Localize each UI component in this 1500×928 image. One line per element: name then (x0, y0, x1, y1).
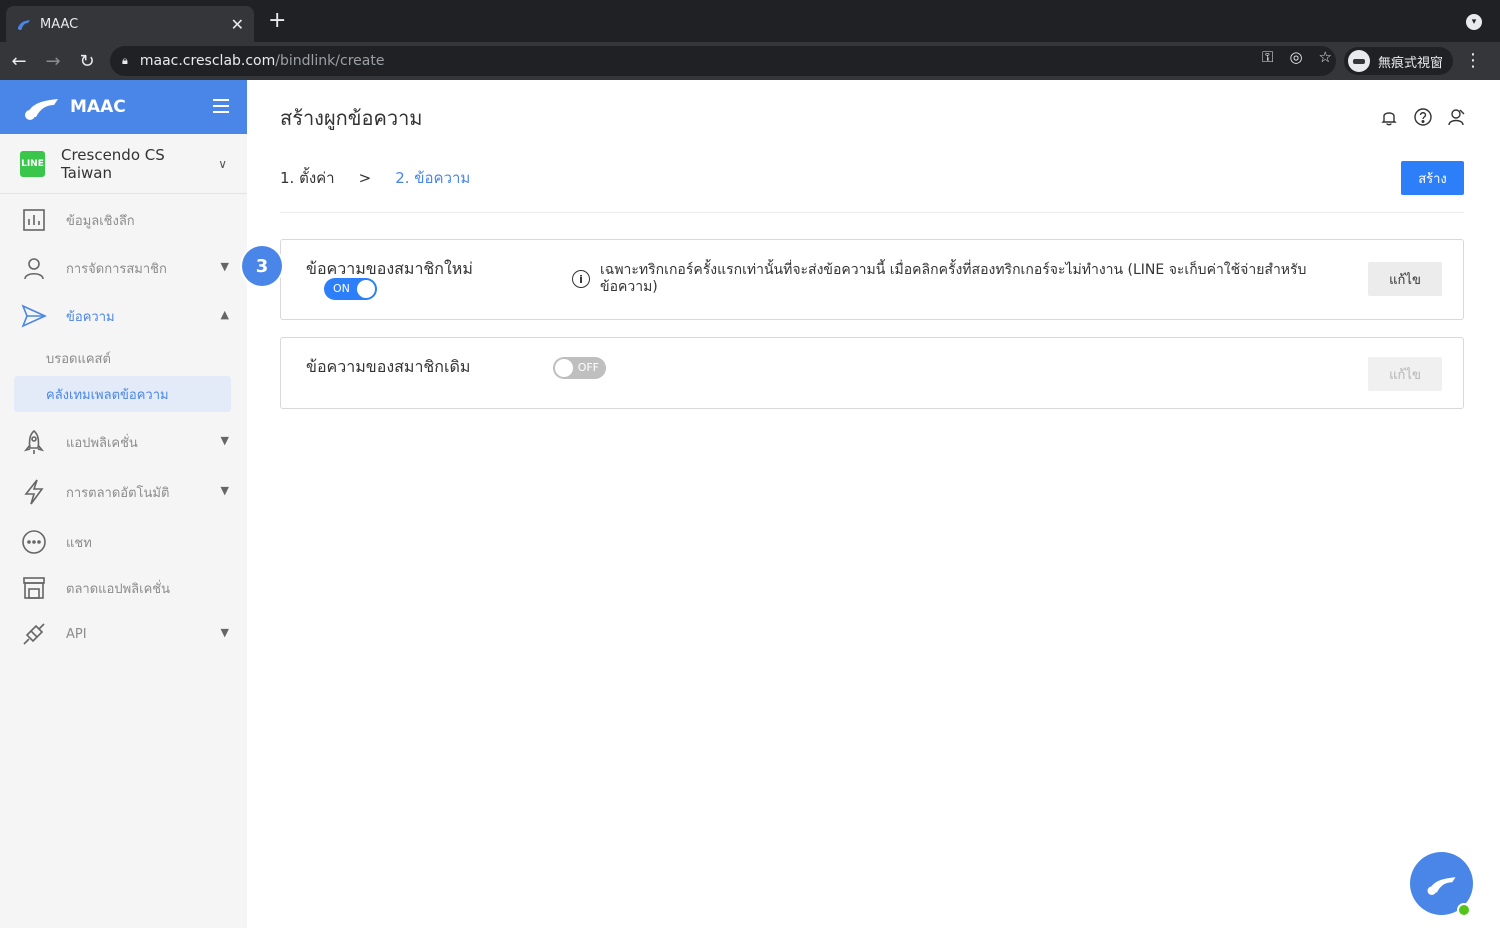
address-bar: ← → ↻ 🔒︎ maac.cresclab.com /bindlink/cre… (0, 42, 1500, 80)
browser-tab-bar: MAAC ✕ + ▾ (0, 0, 1500, 42)
tab-close-icon[interactable]: ✕ (231, 15, 244, 34)
sidebar-item-label: การตลาดอัตโนมัติ (66, 485, 170, 501)
chart-icon (20, 206, 48, 234)
chevron-down-icon: ▼ (220, 434, 229, 447)
maac-logo-icon (25, 99, 58, 120)
tab-search-icon[interactable]: ▾ (1466, 14, 1482, 30)
incognito-icon (1348, 50, 1370, 72)
store-icon (20, 574, 48, 602)
page-title: สร้างผูกข้อความ (280, 106, 423, 130)
existing-member-message-card: ข้อความของสมาชิกเดิม OFF แก้ไข (280, 337, 1464, 409)
tab-title: MAAC (40, 16, 79, 32)
new-member-toggle[interactable]: ON (324, 278, 377, 300)
back-arrow-icon[interactable]: ← (2, 51, 36, 72)
sidebar-subitem-template-library[interactable]: คลังเทมเพลตข้อความ (14, 376, 231, 412)
star-icon[interactable]: ☆ (1319, 48, 1332, 66)
browser-tab[interactable]: MAAC ✕ (6, 6, 254, 42)
lock-icon[interactable]: 🔒︎ (122, 54, 128, 68)
chevron-down-icon: ∨ (218, 156, 227, 171)
help-icon[interactable] (1414, 108, 1432, 126)
chat-bubble-icon (20, 528, 48, 556)
toggle-knob (555, 359, 573, 377)
main-content: สร้างผูกข้อความ 1. ตั้งค่า > 2. ข้อความ … (247, 80, 1500, 928)
send-icon (20, 302, 48, 330)
sidebar-brand: MAAC (0, 80, 247, 134)
sidebar-item-messages[interactable]: ข้อความ ▲ (0, 292, 247, 340)
edit-existing-member-message-button[interactable]: แก้ไข (1368, 357, 1442, 391)
breadcrumb-step-message: 2. ข้อความ (395, 169, 471, 187)
omnibox-actions: ⚿ ◎ ☆ (1262, 48, 1332, 66)
existing-member-toggle[interactable]: OFF (553, 357, 606, 379)
incognito-label: 無痕式視窗 (1378, 55, 1444, 71)
reload-icon[interactable]: ↻ (70, 51, 104, 72)
sidebar-item-chat[interactable]: แชท (0, 518, 247, 566)
toggle-label: OFF (577, 361, 599, 374)
chevron-down-icon: ▼ (220, 260, 229, 273)
rocket-icon (20, 428, 48, 456)
sidebar-item-insights[interactable]: ข้อมูลเชิงลึก (0, 196, 247, 244)
sidebar-item-label: การจัดการสมาชิก (66, 261, 167, 277)
sidebar-item-app-market[interactable]: ตลาดแอปพลิเคชั่น (0, 564, 247, 612)
info-icon: i (572, 270, 590, 288)
user-icon (20, 254, 48, 282)
account-switcher[interactable]: LINE Crescendo CS Taiwan ∨ (0, 134, 247, 194)
hamburger-menu-icon[interactable] (213, 99, 229, 113)
header-divider (280, 212, 1464, 213)
browser-menu-icon[interactable]: ⋮ (1464, 50, 1482, 71)
breadcrumb-step-settings[interactable]: 1. ตั้งค่า (280, 166, 335, 190)
plug-icon (20, 620, 48, 648)
sidebar: MAAC LINE Crescendo CS Taiwan ∨ ข้อมูลเช… (0, 80, 247, 928)
chevron-up-icon: ▲ (220, 308, 229, 321)
incognito-profile-button[interactable]: 無痕式視窗 (1344, 47, 1454, 75)
url-input[interactable]: 🔒︎ maac.cresclab.com /bindlink/create (110, 46, 1336, 76)
key-icon[interactable]: ⚿ (1262, 48, 1273, 66)
chevron-down-icon: ▼ (220, 626, 229, 639)
sidebar-item-label: ข้อความ (66, 309, 115, 325)
account-icon[interactable] (1448, 108, 1466, 126)
maac-favicon-icon (18, 20, 30, 30)
url-host: maac.cresclab.com (139, 53, 276, 69)
sidebar-item-automation[interactable]: การตลาดอัตโนมัติ ▼ (0, 468, 247, 516)
edit-new-member-message-button[interactable]: แก้ไข (1368, 262, 1442, 296)
bell-icon[interactable] (1380, 108, 1398, 126)
info-note: i เฉพาะทริกเกอร์ครั้งแรกเท่านั้นที่จะส่ง… (572, 262, 1332, 296)
sidebar-item-label: แชท (66, 535, 92, 551)
card-title: ข้อความของสมาชิกเดิม (306, 357, 471, 376)
toggle-knob (357, 280, 375, 298)
sidebar-subitem-broadcast[interactable]: บรอดแคสต์ (0, 340, 247, 376)
line-logo-icon: LINE (20, 150, 45, 177)
eye-off-icon[interactable]: ◎ (1289, 48, 1302, 66)
new-member-message-card: ข้อความของสมาชิกใหม่ ON i เฉพาะทริกเกอร์… (280, 239, 1464, 320)
sidebar-item-applications[interactable]: แอปพลิเคชั่น ▼ (0, 418, 247, 466)
create-button[interactable]: สร้าง (1401, 161, 1464, 195)
step-breadcrumb: 1. ตั้งค่า > 2. ข้อความ (280, 166, 470, 190)
sidebar-item-members[interactable]: การจัดการสมาชิก ▼ (0, 244, 247, 292)
sidebar-item-label: API (66, 626, 87, 642)
online-status-dot (1457, 903, 1471, 917)
chevron-down-icon: ▼ (220, 484, 229, 497)
support-chat-button[interactable] (1410, 852, 1473, 917)
info-text: เฉพาะทริกเกอร์ครั้งแรกเท่านั้นที่จะส่งข้… (600, 262, 1307, 295)
sidebar-item-label: แอปพลิเคชั่น (66, 435, 138, 451)
new-tab-button[interactable]: + (268, 10, 286, 32)
header-actions (1380, 108, 1466, 126)
account-name: Crescendo CS Taiwan (60, 145, 165, 182)
sidebar-item-label: ข้อมูลเชิงลึก (66, 213, 135, 229)
toggle-label: ON (333, 282, 350, 295)
url-path: /bindlink/create (275, 53, 385, 69)
forward-arrow-icon[interactable]: → (36, 51, 70, 72)
breadcrumb-separator: > (358, 169, 372, 187)
brand-name: MAAC (70, 97, 126, 117)
sidebar-nav: ข้อมูลเชิงลึก การจัดการสมาชิก ▼ ข้อความ … (0, 194, 247, 658)
lightning-icon (20, 478, 48, 506)
sidebar-item-label: ตลาดแอปพลิเคชั่น (66, 581, 170, 597)
step-badge: 3 (242, 246, 282, 286)
sidebar-item-api[interactable]: API ▼ (0, 610, 247, 658)
maac-logo-icon (1427, 876, 1456, 895)
